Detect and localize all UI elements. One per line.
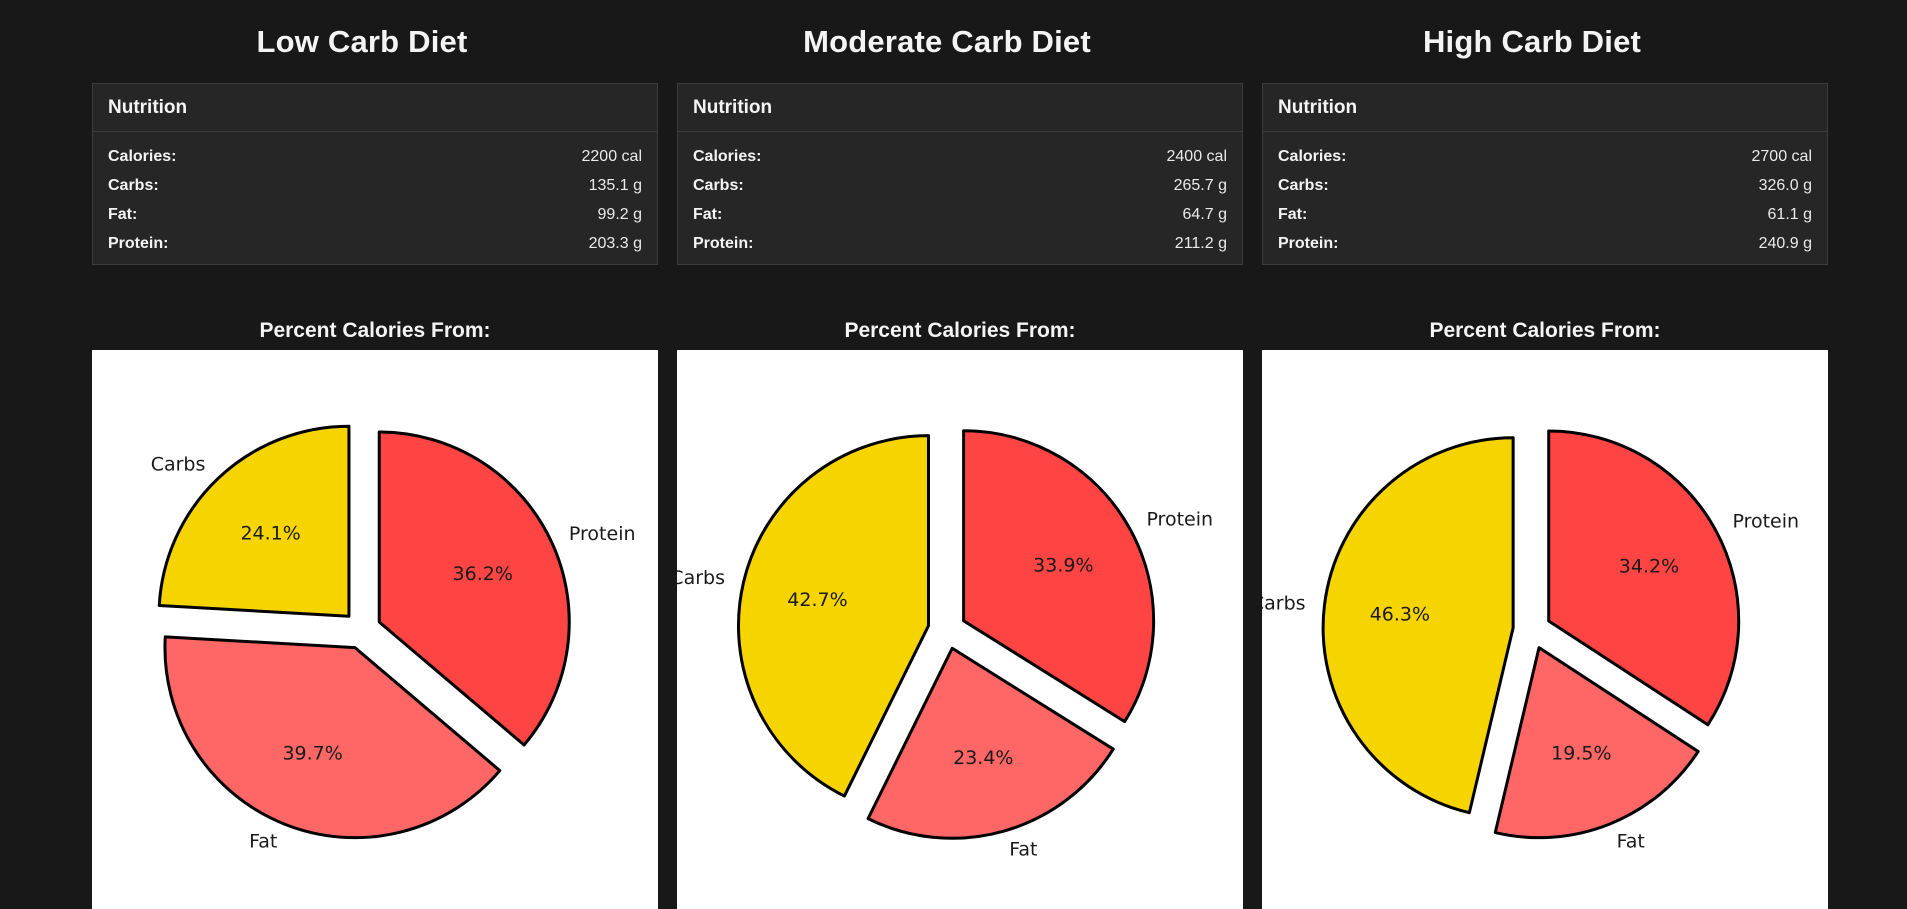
nutrition-label: Calories: <box>1278 147 1347 165</box>
chart-title: Percent Calories From: <box>844 319 1076 342</box>
diet-column-low-carb: Low Carb Diet Nutrition Calories: 2200 c… <box>92 0 658 909</box>
pie-category-label-carbs: Carbs <box>677 567 725 589</box>
nutrition-value: 2400 cal <box>1166 147 1228 165</box>
pie-percent-label-protein: 36.2% <box>453 563 513 585</box>
pie-percent-label-carbs: 24.1% <box>240 522 300 544</box>
diet-title: High Carb Diet <box>1422 24 1642 59</box>
pie-category-label-carbs: Carbs <box>1262 593 1306 615</box>
nutrition-row-carbs: Carbs: 265.7 g <box>693 171 1227 200</box>
pie-percent-label-protein: 33.9% <box>1033 555 1093 577</box>
nutrition-label: Carbs: <box>108 176 159 194</box>
nutrition-value: 2200 cal <box>581 147 643 165</box>
nutrition-value: 240.9 g <box>1758 234 1812 252</box>
pie-chart: 46.3% Carbs 19.5% Fat 34.2% Protein <box>1262 429 1799 853</box>
nutrition-value: 326.0 g <box>1758 176 1812 194</box>
nutrition-row-calories: Calories: 2200 cal <box>108 142 642 171</box>
pie-category-label-fat: Fat <box>1617 831 1645 853</box>
pie-slice-carbs <box>737 434 930 798</box>
pie-percent-label-fat: 19.5% <box>1551 743 1611 765</box>
diet-title: Low Carb Diet <box>256 24 468 59</box>
pie-category-label-protein: Protein <box>1732 510 1799 532</box>
nutrition-value: 135.1 g <box>588 176 642 194</box>
nutrition-row-carbs: Carbs: 135.1 g <box>108 171 642 200</box>
nutrition-value: 64.7 g <box>1182 205 1227 223</box>
nutrition-header: Nutrition <box>1263 84 1827 132</box>
pie-chart-panel: 24.1% Carbs 39.7% Fat 36.2% Protein <box>92 350 658 909</box>
nutrition-label: Protein: <box>1278 234 1339 252</box>
nutrition-label: Fat: <box>1278 205 1308 223</box>
nutrition-table: Nutrition Calories: 2700 cal Carbs: 326.… <box>1262 83 1828 265</box>
nutrition-label: Calories: <box>108 147 177 165</box>
diet-column-high-carb: High Carb Diet Nutrition Calories: 2700 … <box>1262 0 1828 909</box>
nutrition-label: Carbs: <box>693 176 744 194</box>
pie-category-label-carbs: Carbs <box>151 453 206 475</box>
pie-percent-label-fat: 39.7% <box>282 743 342 765</box>
nutrition-header: Nutrition <box>93 84 657 132</box>
nutrition-value: 2700 cal <box>1751 147 1813 165</box>
nutrition-row-protein: Protein: 211.2 g <box>693 229 1227 258</box>
nutrition-label: Carbs: <box>1278 176 1329 194</box>
nutrition-table: Nutrition Calories: 2200 cal Carbs: 135.… <box>92 83 658 265</box>
pie-chart-panel: 42.7% Carbs 23.4% Fat 33.9% Protein <box>677 350 1243 909</box>
nutrition-value: 203.3 g <box>588 234 642 252</box>
nutrition-table: Nutrition Calories: 2400 cal Carbs: 265.… <box>677 83 1243 265</box>
pie-chart-panel: 46.3% Carbs 19.5% Fat 34.2% Protein <box>1262 350 1828 909</box>
pie-percent-label-protein: 34.2% <box>1619 556 1679 578</box>
nutrition-label: Protein: <box>108 234 169 252</box>
diet-title: Moderate Carb Diet <box>803 24 1091 59</box>
pie-category-label-fat: Fat <box>249 831 277 853</box>
pie-category-label-protein: Protein <box>569 523 636 545</box>
pie-chart: 24.1% Carbs 39.7% Fat 36.2% Protein <box>151 424 636 853</box>
nutrition-value: 265.7 g <box>1173 176 1227 194</box>
nutrition-label: Calories: <box>693 147 762 165</box>
nutrition-value: 99.2 g <box>597 205 642 223</box>
chart-title: Percent Calories From: <box>259 319 491 342</box>
diet-column-moderate-carb: Moderate Carb Diet Nutrition Calories: 2… <box>677 0 1243 909</box>
nutrition-row-protein: Protein: 240.9 g <box>1278 229 1812 258</box>
pie-percent-label-fat: 23.4% <box>953 747 1013 769</box>
nutrition-label: Fat: <box>693 205 723 223</box>
pie-percent-label-carbs: 46.3% <box>1370 604 1430 626</box>
nutrition-header: Nutrition <box>678 84 1242 132</box>
pie-category-label-protein: Protein <box>1146 509 1213 531</box>
nutrition-row-carbs: Carbs: 326.0 g <box>1278 171 1812 200</box>
nutrition-value: 61.1 g <box>1767 205 1812 223</box>
nutrition-row-calories: Calories: 2400 cal <box>693 142 1227 171</box>
pie-category-label-fat: Fat <box>1009 838 1037 860</box>
pie-chart: 42.7% Carbs 23.4% Fat 33.9% Protein <box>677 429 1213 860</box>
nutrition-value: 211.2 g <box>1174 234 1227 252</box>
nutrition-label: Fat: <box>108 205 138 223</box>
chart-title: Percent Calories From: <box>1429 319 1661 342</box>
nutrition-row-fat: Fat: 99.2 g <box>108 200 642 229</box>
nutrition-label: Protein: <box>693 234 754 252</box>
nutrition-row-protein: Protein: 203.3 g <box>108 229 642 258</box>
nutrition-row-fat: Fat: 64.7 g <box>693 200 1227 229</box>
nutrition-row-fat: Fat: 61.1 g <box>1278 200 1812 229</box>
pie-percent-label-carbs: 42.7% <box>787 589 847 611</box>
nutrition-row-calories: Calories: 2700 cal <box>1278 142 1812 171</box>
